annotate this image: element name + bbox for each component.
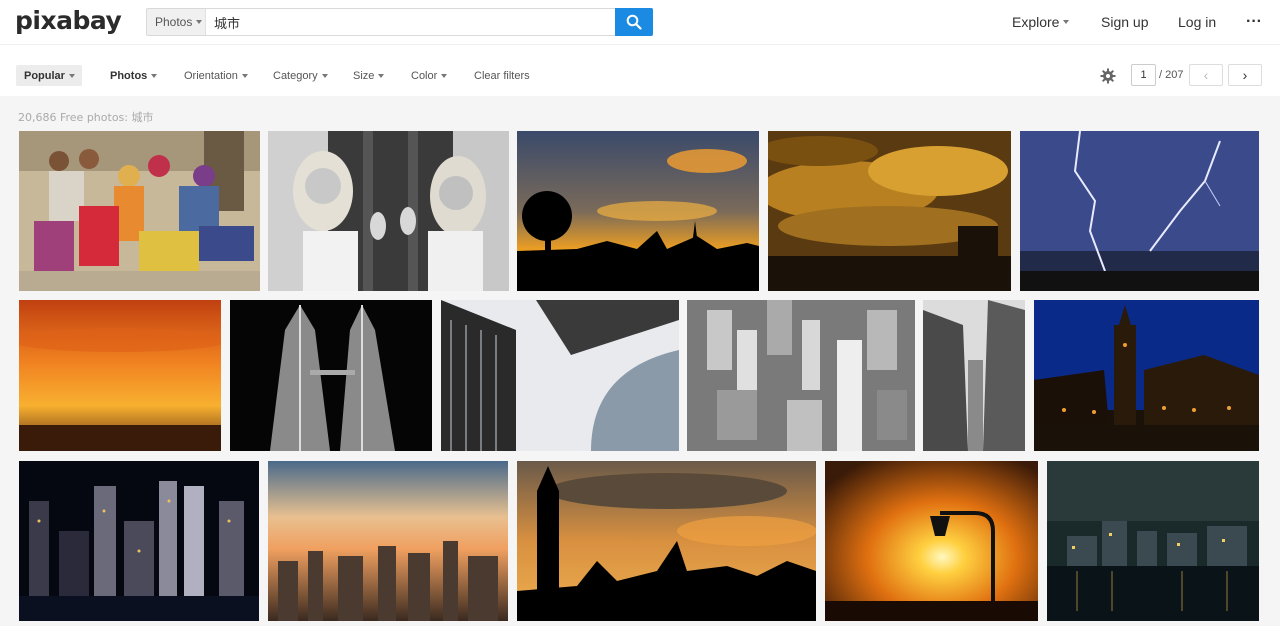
chevron-down-icon [241, 73, 248, 78]
chevron-down-icon [1063, 20, 1070, 24]
page-total: / 207 [1159, 69, 1184, 81]
photo-city-sunset-haze [268, 461, 508, 621]
photo-tile[interactable] [441, 300, 679, 451]
photo-tile[interactable] [1034, 300, 1259, 451]
photo-petronas-towers [230, 300, 432, 451]
filter-category[interactable]: Category [273, 65, 328, 86]
clear-filters-link[interactable]: Clear filters [474, 65, 530, 86]
chevron-down-icon [196, 20, 203, 24]
photo-aerial-city [687, 300, 915, 451]
gear-icon[interactable] [1100, 68, 1116, 84]
search-input[interactable] [206, 9, 652, 35]
filter-orientation[interactable]: Orientation [184, 65, 248, 86]
filter-bar: Popular Photos Orientation Category Size… [0, 44, 1280, 96]
filter-media-type[interactable]: Photos [110, 65, 158, 86]
photo-tile[interactable] [687, 300, 915, 451]
photo-harbor-night [1047, 461, 1259, 621]
photo-street-lamp-sunset [825, 461, 1038, 621]
filter-color[interactable]: Color [411, 65, 448, 86]
prev-page-button[interactable]: ‹ [1189, 64, 1223, 86]
explore-label: Explore [1012, 14, 1060, 30]
photo-tile[interactable] [19, 300, 221, 451]
photo-tile[interactable] [19, 461, 259, 621]
photo-night-church [1034, 300, 1259, 451]
photo-tile[interactable] [517, 131, 759, 291]
chevron-down-icon [151, 73, 158, 78]
pixabay-logo[interactable]: pixabay [15, 6, 122, 35]
photo-lightning [1020, 131, 1259, 291]
photo-children-scarves [19, 131, 260, 291]
photo-tile[interactable] [1020, 131, 1259, 291]
photo-city-night [19, 461, 259, 621]
photo-tile[interactable] [517, 461, 816, 621]
media-type-label: Photos [110, 69, 148, 82]
search-icon [626, 14, 642, 30]
results-count: 20,686 Free photos: 城市 [18, 111, 154, 124]
photo-orange-sky [19, 300, 221, 451]
page-number-input[interactable]: 1 [1131, 64, 1156, 86]
explore-menu[interactable]: Explore [1012, 0, 1070, 44]
photo-tile[interactable] [19, 131, 260, 291]
chevron-down-icon [378, 73, 385, 78]
color-label: Color [411, 69, 438, 82]
photo-glass-buildings [441, 300, 679, 451]
photo-tile[interactable] [923, 300, 1025, 451]
photo-tile[interactable] [1047, 461, 1259, 621]
search-type-dropdown[interactable]: Photos [147, 9, 206, 35]
search-type-label: Photos [155, 15, 193, 29]
photo-tile[interactable] [268, 461, 508, 621]
chevron-down-icon [68, 73, 75, 78]
photo-tile[interactable] [825, 461, 1038, 621]
photo-london-silhouette [517, 461, 816, 621]
photo-tile[interactable] [768, 131, 1011, 291]
search-bar: Photos [146, 8, 653, 36]
photo-skyscrapers-up [923, 300, 1025, 451]
more-menu-icon[interactable]: ··· [1246, 0, 1262, 44]
chevron-down-icon [441, 73, 448, 78]
photo-tile[interactable] [230, 300, 432, 451]
photo-golden-clouds [768, 131, 1011, 291]
login-link[interactable]: Log in [1178, 0, 1216, 44]
orientation-label: Orientation [184, 69, 238, 82]
next-page-button[interactable]: › [1228, 64, 1262, 86]
category-label: Category [273, 69, 318, 82]
size-label: Size [353, 69, 375, 82]
filter-size[interactable]: Size [353, 65, 385, 86]
chevron-down-icon [321, 73, 328, 78]
top-header: pixabay Photos Explore Sign up Log in ··… [0, 0, 1280, 44]
search-button[interactable] [615, 8, 653, 36]
photo-sunset-silhouette [517, 131, 759, 291]
signup-link[interactable]: Sign up [1101, 0, 1148, 44]
photo-two-women-bw [268, 131, 509, 291]
sort-label: Popular [24, 69, 65, 82]
sort-popular-dropdown[interactable]: Popular [16, 65, 82, 86]
photo-tile[interactable] [268, 131, 509, 291]
